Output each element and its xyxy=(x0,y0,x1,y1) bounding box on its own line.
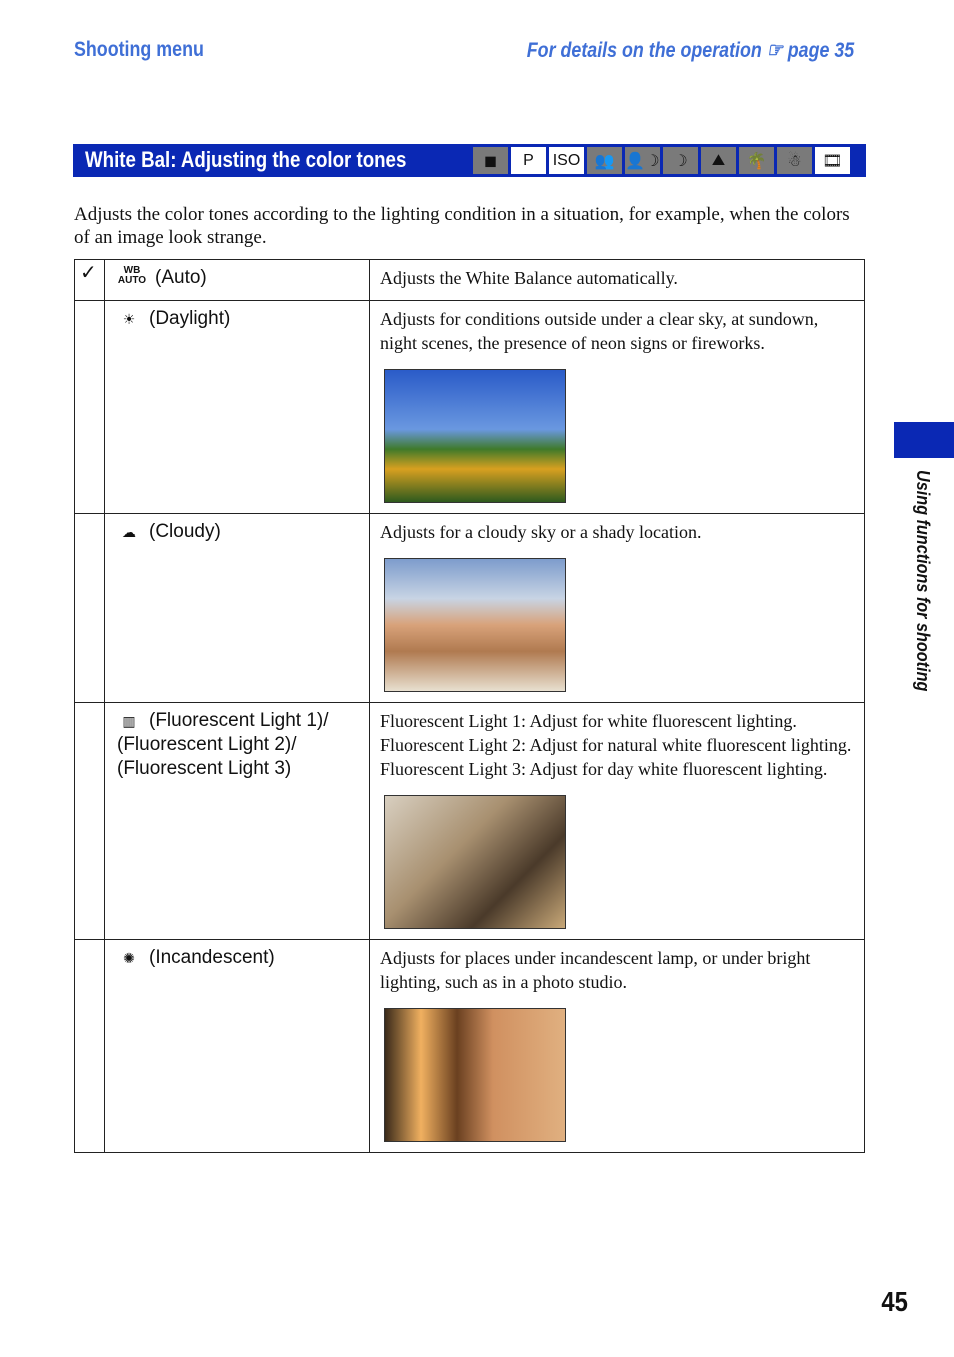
program-icon: P xyxy=(511,147,546,174)
default-marker-cell xyxy=(74,939,105,1153)
section-header: Shooting menu xyxy=(74,38,204,61)
description-cell: Adjusts for places under incandescent la… xyxy=(369,939,865,1153)
setting-description: Fluorescent Light 1: Adjust for white fl… xyxy=(380,711,852,779)
setting-name-cell: ▥ (Fluorescent Light 1)/ (Fluorescent Lig… xyxy=(104,702,370,940)
setting-label: (Auto) xyxy=(155,267,207,288)
description-cell: Fluorescent Light 1: Adjust for white fl… xyxy=(369,702,865,940)
snow-icon: ☃ xyxy=(777,147,812,174)
side-tab-marker xyxy=(894,422,954,458)
fluorescent-icon: ▥ xyxy=(122,713,136,729)
side-tab-label: Using functions for shooting xyxy=(913,470,933,692)
setting-description: Adjusts for conditions outside under a c… xyxy=(380,309,819,353)
wb-auto-icon: WB AUTO xyxy=(117,265,147,286)
beach-icon: 🌴 xyxy=(739,147,774,174)
sample-photo-people-cheering xyxy=(384,795,566,929)
white-balance-table: ✓ WB AUTO (Auto) Adjusts the White Balance … xyxy=(74,259,865,1153)
table-row: ✺ (Incandescent) Adjusts for places under … xyxy=(74,939,865,1153)
sample-photo-sunflowers xyxy=(384,369,566,503)
description-cell: Adjusts for conditions outside under a c… xyxy=(369,300,865,514)
table-row: ☀ (Daylight) Adjusts for conditions outsid… xyxy=(74,300,865,514)
setting-name-cell: ☁ (Cloudy) xyxy=(104,513,370,703)
setting-label: (Cloudy) xyxy=(149,521,221,542)
cloudy-icon: ☁ xyxy=(122,524,136,540)
description-cell: Adjusts for a cloudy sky or a shady loca… xyxy=(369,513,865,703)
default-marker-cell xyxy=(74,300,105,514)
setting-name-cell: ✺ (Incandescent) xyxy=(104,939,370,1153)
twilight-portrait-icon: 👤☽ xyxy=(625,147,660,174)
default-marker-cell: ✓ xyxy=(74,259,105,301)
mode-icons: ◼ P ISO 👥 👤☽ ☽ ⛰ 🌴 ☃ 🎞 xyxy=(473,147,850,174)
soft-snap-icon: 👥 xyxy=(587,147,622,174)
incandescent-icon: ✺ xyxy=(123,950,135,966)
page-title: White Bal: Adjusting the color tones xyxy=(85,147,407,172)
twilight-icon: ☽ xyxy=(663,147,698,174)
setting-label: (Fluorescent Light 1)/ (Fluorescent Ligh… xyxy=(117,710,329,779)
sample-photo-woman-lamp xyxy=(384,1008,566,1142)
default-marker-cell xyxy=(74,513,105,703)
intro-text: Adjusts the color tones according to the… xyxy=(74,204,850,248)
camera-auto-icon: ◼ xyxy=(473,147,508,174)
setting-description: Adjusts for a cloudy sky or a shady loca… xyxy=(380,522,702,542)
setting-label: (Daylight) xyxy=(149,308,231,329)
checkmark-icon: ✓ xyxy=(80,260,97,284)
setting-name-cell: ☀ (Daylight) xyxy=(104,300,370,514)
table-row: ▥ (Fluorescent Light 1)/ (Fluorescent Lig… xyxy=(74,702,865,940)
sample-photo-beach-building xyxy=(384,558,566,692)
setting-label: (Incandescent) xyxy=(149,947,275,968)
setting-description: Adjusts the White Balance automatically. xyxy=(380,268,678,288)
table-row: ☁ (Cloudy) Adjusts for a cloudy sky or a s… xyxy=(74,513,865,703)
page-reference-link[interactable]: For details on the operation ☞ page 35 xyxy=(527,38,854,63)
landscape-icon: ⛰ xyxy=(701,147,736,174)
page-number: 45 xyxy=(881,1286,908,1317)
high-sensitivity-iso-icon: ISO xyxy=(549,147,584,174)
daylight-icon: ☀ xyxy=(122,311,136,327)
manual-page: Shooting menu For details on the operati… xyxy=(0,0,954,1357)
table-row: ✓ WB AUTO (Auto) Adjusts the White Balance … xyxy=(74,259,865,301)
setting-name-cell: WB AUTO (Auto) xyxy=(104,259,370,301)
movie-icon: 🎞 xyxy=(815,147,850,174)
description-cell: Adjusts the White Balance automatically. xyxy=(369,259,865,301)
title-bar: White Bal: Adjusting the color tones ◼ P I… xyxy=(73,144,866,177)
default-marker-cell xyxy=(74,702,105,940)
setting-description: Adjusts for places under incandescent la… xyxy=(380,948,811,992)
